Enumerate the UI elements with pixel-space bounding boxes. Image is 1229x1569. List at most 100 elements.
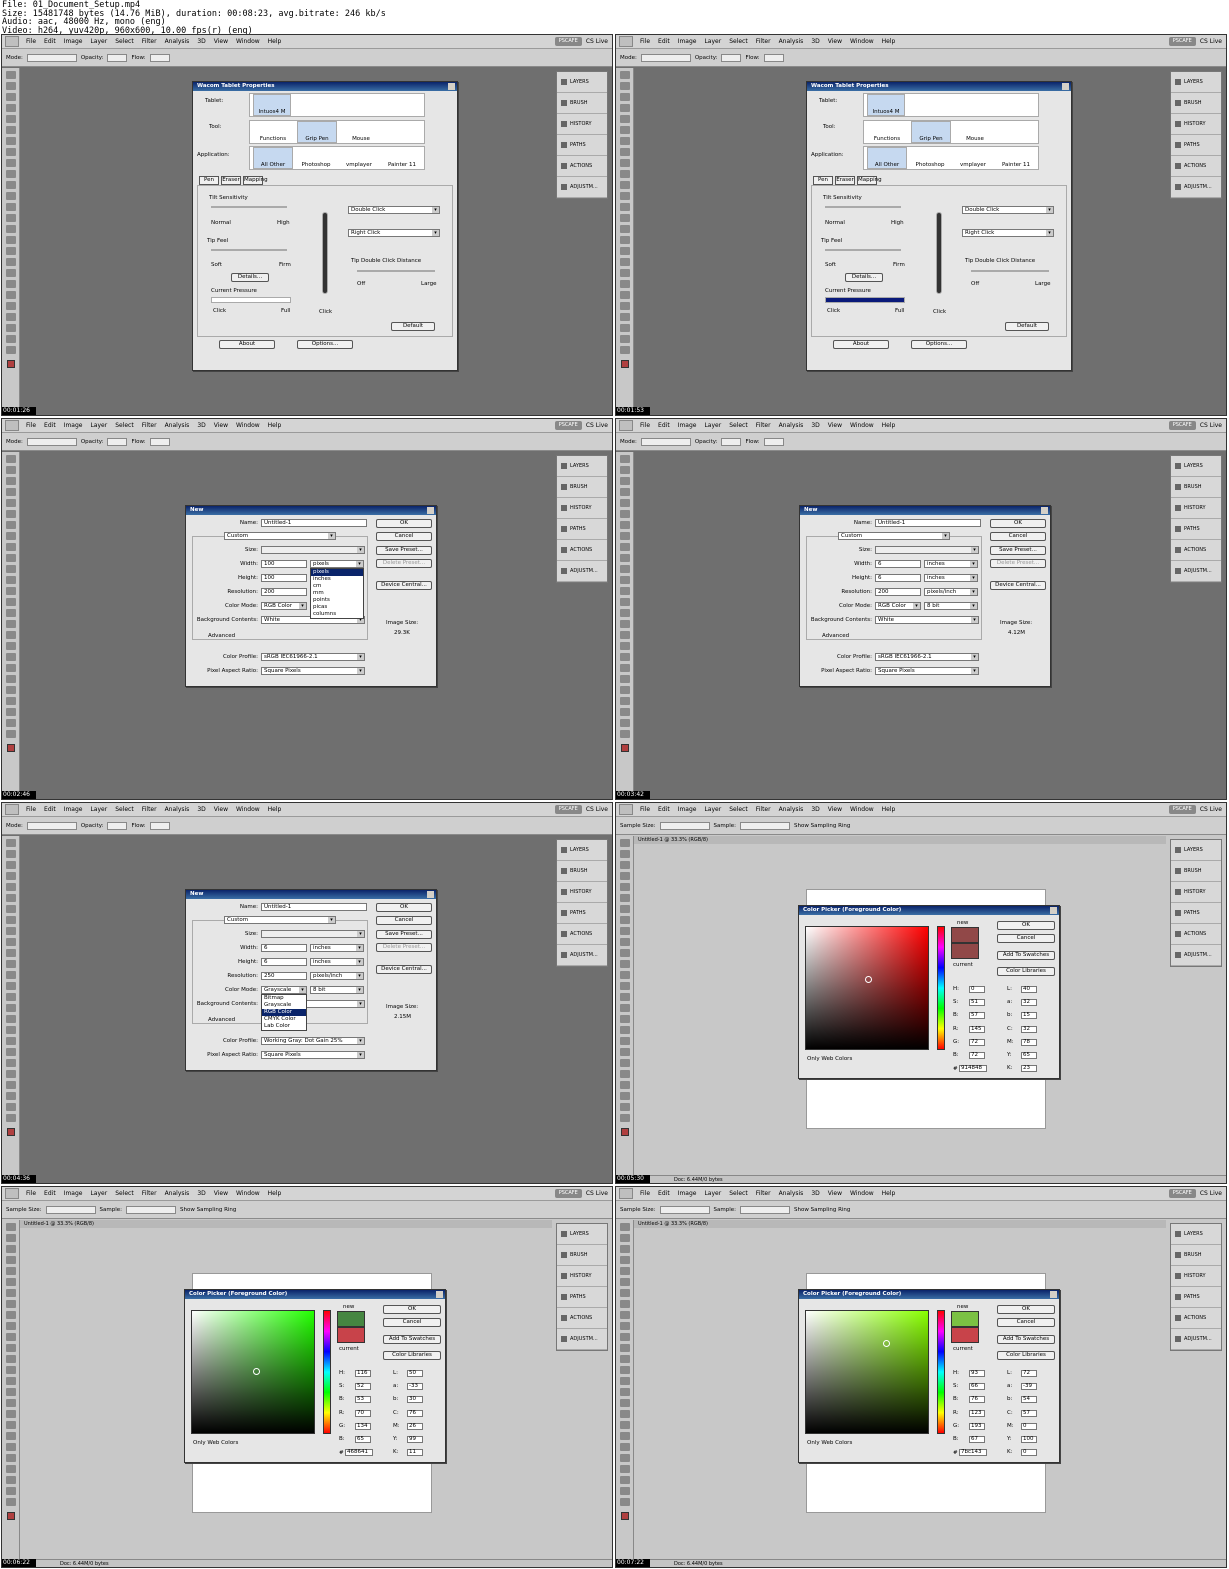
tool-icon[interactable] — [6, 1454, 16, 1462]
details-button[interactable]: Details... — [231, 273, 269, 282]
tool-icon[interactable] — [620, 1454, 630, 1462]
cs-live-button[interactable]: CS Live — [586, 38, 608, 45]
sample-select[interactable] — [740, 1205, 790, 1214]
tool-icon[interactable] — [620, 719, 630, 727]
menu-file[interactable]: File — [640, 422, 650, 429]
tool-icon[interactable] — [620, 1421, 630, 1429]
tool-icon[interactable] — [620, 1498, 630, 1506]
flow-field[interactable] — [149, 437, 170, 446]
tool-icon[interactable] — [620, 302, 630, 310]
menu-window[interactable]: Window — [850, 38, 874, 45]
about-button[interactable]: About — [833, 340, 889, 349]
hue-slider[interactable] — [937, 1310, 945, 1434]
tool-icon[interactable] — [6, 137, 16, 145]
menu-file[interactable]: File — [26, 1190, 36, 1197]
a-field[interactable]: -39 — [1021, 1383, 1037, 1390]
only-web-colors-checkbox[interactable]: Only Web Colors — [807, 1440, 852, 1446]
flow-field[interactable] — [763, 53, 784, 62]
menu-filter[interactable]: Filter — [756, 38, 771, 45]
resolution-unit-select[interactable]: pixels/inch — [310, 972, 364, 980]
panel-layers[interactable]: LAYERS — [1171, 840, 1221, 861]
h-field[interactable]: 0 — [969, 986, 985, 993]
tool-icon[interactable] — [6, 697, 16, 705]
menu-edit[interactable]: Edit — [658, 422, 670, 429]
height-input[interactable]: 100 — [261, 574, 307, 582]
cancel-button[interactable]: Cancel — [376, 532, 432, 541]
save-preset-button[interactable]: Save Preset... — [990, 546, 1046, 555]
pscafe-button[interactable]: PSCAFE — [1168, 421, 1196, 430]
menu-image[interactable]: Image — [678, 38, 697, 45]
tool-icon[interactable] — [6, 949, 16, 957]
default-button[interactable]: Default — [1005, 322, 1049, 331]
tool-icon[interactable] — [6, 982, 16, 990]
height-unit-select[interactable]: inches — [924, 574, 978, 582]
panel-paths[interactable]: PATHS — [1171, 903, 1221, 924]
menu-select[interactable]: Select — [729, 1190, 748, 1197]
tool-icon[interactable] — [6, 499, 16, 507]
panel-paths[interactable]: PATHS — [1171, 519, 1221, 540]
tool-icon[interactable] — [620, 1388, 630, 1396]
tool-icon[interactable] — [6, 258, 16, 266]
tool-icon[interactable] — [6, 664, 16, 672]
menu-select[interactable]: Select — [115, 38, 134, 45]
tool-icon[interactable] — [6, 148, 16, 156]
advanced-toggle[interactable]: Advanced — [208, 1017, 235, 1023]
add-to-swatches-button[interactable]: Add To Swatches — [997, 1335, 1055, 1344]
g-field[interactable]: 72 — [969, 1039, 985, 1046]
tool-icon[interactable] — [6, 477, 16, 485]
tool-icon[interactable] — [6, 313, 16, 321]
tool-icon[interactable] — [620, 872, 630, 880]
tool-icon[interactable] — [6, 247, 16, 255]
tool-icon[interactable] — [6, 653, 16, 661]
tool-icon[interactable] — [620, 883, 630, 891]
tip-distance-slider[interactable] — [971, 270, 1049, 272]
b-field[interactable]: 57 — [969, 1012, 985, 1019]
background-contents-select[interactable]: White — [875, 616, 979, 624]
h-field[interactable]: 93 — [969, 1370, 985, 1377]
tool-icon[interactable] — [6, 1245, 16, 1253]
tool-icon[interactable] — [6, 280, 16, 288]
tool-icon[interactable] — [6, 1476, 16, 1484]
m-field[interactable]: 26 — [407, 1423, 423, 1430]
options-button[interactable]: Options... — [911, 340, 967, 349]
opacity-field[interactable] — [107, 821, 128, 830]
tool-icon[interactable] — [6, 1267, 16, 1275]
tool-icon[interactable] — [6, 1399, 16, 1407]
menu-edit[interactable]: Edit — [658, 1190, 670, 1197]
app-item-vmplayer[interactable]: vmplayer — [339, 147, 379, 169]
tool-icon[interactable] — [620, 126, 630, 134]
tool-icon[interactable] — [6, 203, 16, 211]
tool-icon[interactable] — [620, 455, 630, 463]
resolution-input[interactable]: 250 — [261, 972, 307, 980]
close-icon[interactable] — [427, 507, 434, 514]
tool-icon[interactable] — [6, 1234, 16, 1242]
color-selector-circle[interactable] — [253, 1368, 260, 1375]
tool-icon[interactable] — [620, 554, 630, 562]
lab-b-field[interactable]: 54 — [1021, 1396, 1037, 1403]
tool-icon[interactable] — [620, 1432, 630, 1440]
panel-paths[interactable]: PATHS — [557, 1287, 607, 1308]
mode-select[interactable] — [26, 53, 77, 62]
panel-brush[interactable]: BRUSH — [1171, 93, 1221, 114]
tool-icon[interactable] — [6, 1443, 16, 1451]
menu-help[interactable]: Help — [268, 806, 282, 813]
hex-field[interactable]: 468641 — [345, 1449, 373, 1456]
menu-image[interactable]: Image — [678, 1190, 697, 1197]
tool-icon[interactable] — [620, 1037, 630, 1045]
tool-icon[interactable] — [620, 587, 630, 595]
tool-icon[interactable] — [620, 565, 630, 573]
tool-icon[interactable] — [6, 916, 16, 924]
tool-icon[interactable] — [620, 225, 630, 233]
tool-icon[interactable] — [6, 850, 16, 858]
tool-icon[interactable] — [6, 938, 16, 946]
menu-image[interactable]: Image — [678, 806, 697, 813]
tool-icon[interactable] — [620, 1223, 630, 1231]
device-central-button[interactable]: Device Central... — [376, 965, 432, 974]
tool-item-mouse[interactable]: Mouse — [955, 121, 995, 143]
tool-icon[interactable] — [620, 839, 630, 847]
tool-icon[interactable] — [6, 1333, 16, 1341]
tool-icon[interactable] — [6, 960, 16, 968]
panel-brush[interactable]: BRUSH — [1171, 477, 1221, 498]
foreground-color-swatch[interactable] — [621, 1128, 629, 1136]
tool-icon[interactable] — [6, 609, 16, 617]
